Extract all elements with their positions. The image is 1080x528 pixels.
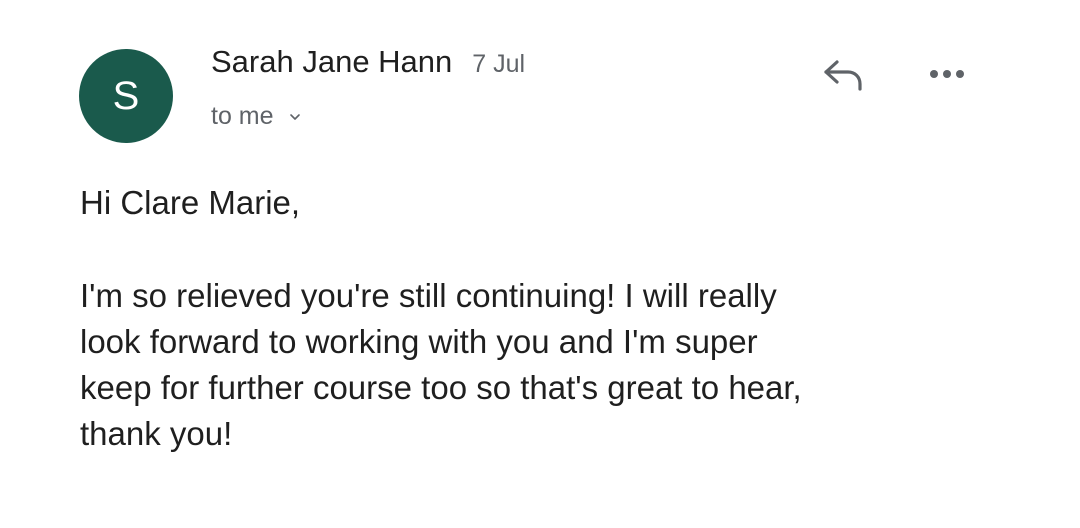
sender-line: Sarah Jane Hann 7 Jul	[211, 44, 525, 80]
recipient-details-toggle[interactable]: to me	[211, 102, 302, 131]
email-body-line: keep for further course too so that's gr…	[80, 369, 802, 406]
sender-name[interactable]: Sarah Jane Hann	[211, 44, 452, 80]
more-horizontal-icon	[927, 67, 967, 85]
more-options-button[interactable]	[924, 60, 970, 92]
email-body: Hi Clare Marie, I'm so relieved you're s…	[80, 180, 980, 457]
reply-icon	[821, 56, 865, 97]
email-body-line: look forward to working with you and I'm…	[80, 323, 758, 360]
recipient-label: to me	[211, 102, 274, 130]
reply-button[interactable]	[820, 56, 866, 96]
email-body-line: thank you!	[80, 415, 233, 452]
avatar-initial: S	[112, 74, 140, 118]
sender-avatar[interactable]: S	[79, 49, 173, 143]
email-body-line: I'm so relieved you're still continuing!…	[80, 277, 777, 314]
email-greeting: Hi Clare Marie,	[80, 184, 301, 221]
chevron-down-icon	[288, 110, 302, 124]
email-header: S Sarah Jane Hann 7 Jul to me	[0, 0, 1080, 160]
sent-date: 7 Jul	[472, 50, 526, 78]
